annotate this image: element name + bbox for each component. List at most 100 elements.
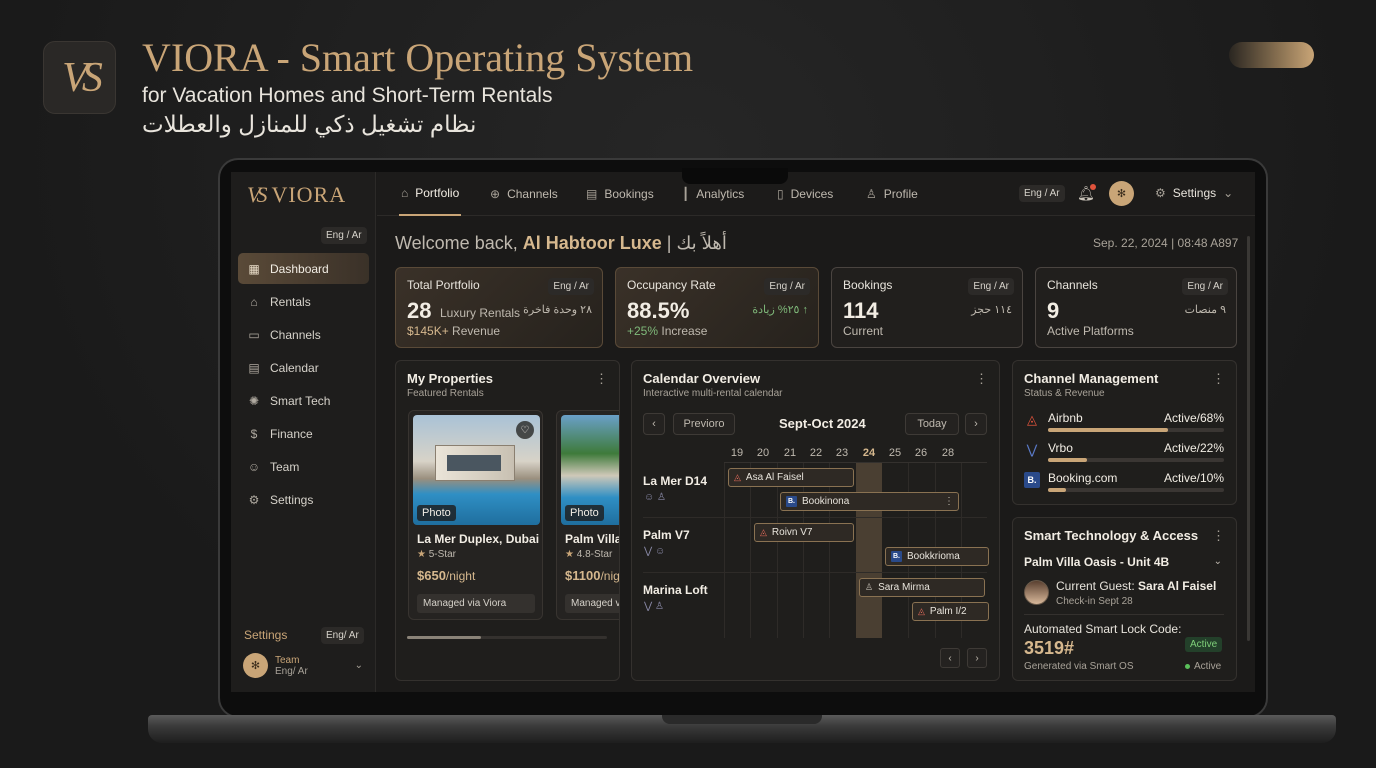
- booking-bar[interactable]: ◬ Asa Al Faisel: [728, 468, 854, 487]
- tab-portfolio[interactable]: ⌂ Portfolio: [399, 172, 462, 216]
- team-lang: Eng/ Ar: [275, 665, 308, 677]
- booking-bar[interactable]: B. Bookkrioma: [885, 547, 989, 566]
- property-name: La Mer Duplex, Dubai: [417, 532, 540, 546]
- more-icon[interactable]: ⋮: [1212, 528, 1225, 544]
- gear-icon: ⚙: [248, 492, 260, 507]
- stat-card-bookings[interactable]: Bookings Eng / Ar 114 ١١٤ حجز Current: [831, 267, 1023, 348]
- tab-channels[interactable]: ⊕ Channels: [490, 172, 558, 216]
- divider: [1024, 614, 1224, 615]
- day-header: 26: [914, 447, 928, 459]
- language-toggle[interactable]: Eng / Ar: [321, 227, 367, 244]
- app-logo: VS: [43, 41, 116, 114]
- footer-language-toggle[interactable]: Eng/ Ar: [321, 627, 364, 644]
- unit-selector[interactable]: Palm Villa Oasis - Unit 4B: [1024, 555, 1169, 569]
- chevron-down-icon[interactable]: ⌄: [1214, 556, 1222, 567]
- horizontal-scrollbar[interactable]: [407, 636, 607, 639]
- sidebar-item-calendar[interactable]: ▤ Calendar: [238, 352, 369, 383]
- photo-badge: Photo: [417, 505, 456, 521]
- sidebar-item-channels[interactable]: ▭ Channels: [238, 319, 369, 350]
- channel-row-vrbo[interactable]: ⋁ Vrbo Active/22%: [1024, 441, 1224, 469]
- stat-card-channels[interactable]: Channels Eng / Ar 9 ٩ منصات Active Platf…: [1035, 267, 1237, 348]
- sidebar-footer-settings[interactable]: Settings: [244, 628, 287, 642]
- rating-text: 4.8-Star: [576, 549, 613, 560]
- brand-name: VIORA: [271, 182, 347, 207]
- channel-row-booking[interactable]: B. Booking.com Active/10%: [1024, 471, 1224, 499]
- users-icon: ☺: [247, 459, 261, 474]
- more-icon[interactable]: ⋮: [1212, 371, 1225, 387]
- stat-card-occupancy[interactable]: Occupancy Rate Eng / Ar 88.5% ↑ ٢٥% زياد…: [615, 267, 819, 348]
- stat-value: 28: [407, 298, 432, 323]
- current-guest: Current Guest: Sara Al Faisel: [1056, 579, 1216, 593]
- channel-name: Airbnb: [1048, 411, 1083, 425]
- booking-bar[interactable]: B. Bookinona ⋮: [780, 492, 959, 511]
- stat-language-chip[interactable]: Eng / Ar: [764, 278, 810, 295]
- managed-badge: Managed via Viora: [417, 594, 535, 613]
- vertical-scrollbar[interactable]: [1247, 236, 1250, 641]
- previous-button[interactable]: Previoro: [673, 413, 735, 435]
- room-name: Marina Loft: [643, 583, 708, 597]
- booking-bar[interactable]: ♙ Sara Mirma: [859, 578, 985, 597]
- gear-icon: ⚙: [1155, 186, 1166, 200]
- property-card[interactable]: Photo Palm Villa ★ 4.8-Star $1100/night …: [556, 410, 620, 620]
- property-price: $1100/night: [565, 568, 619, 583]
- airbnb-icon: ◬: [734, 472, 741, 482]
- booking-bar[interactable]: ◬ Roivn V7: [754, 523, 854, 542]
- today-button[interactable]: Today: [905, 413, 959, 435]
- sidebar-item-rentals[interactable]: ⌂ Rentals: [238, 286, 369, 317]
- drag-handle-icon[interactable]: ⋮: [944, 496, 954, 507]
- panel-title: Calendar Overview: [643, 371, 761, 386]
- stat-language-chip[interactable]: Eng / Ar: [1182, 278, 1228, 295]
- chevron-left-icon[interactable]: ‹: [940, 648, 960, 668]
- booking-label: Bookkrioma: [907, 551, 960, 562]
- day-header: 22: [809, 447, 823, 459]
- scrollbar-thumb[interactable]: [407, 636, 481, 639]
- stat-footer-text: Revenue: [448, 324, 501, 338]
- row-separator: [643, 517, 987, 518]
- booking-label: Bookinona: [802, 496, 850, 507]
- channel-name: Booking.com: [1048, 471, 1118, 485]
- settings-dropdown[interactable]: ⚙ Settings ⌄: [1155, 186, 1233, 200]
- stat-language-chip[interactable]: Eng / Ar: [968, 278, 1014, 295]
- stat-card-total-portfolio[interactable]: Total Portfolio Eng / Ar 28 Luxury Renta…: [395, 267, 603, 348]
- tab-label: Analytics: [696, 187, 745, 201]
- brand[interactable]: VS VIORA: [247, 182, 346, 208]
- team-name: Team: [275, 654, 300, 666]
- channel-management-panel: Channel Management Status & Revenue ⋮ ◬ …: [1012, 360, 1237, 505]
- day-header: 21: [783, 447, 797, 459]
- calendar-month: Sept-Oct 2024: [779, 416, 866, 431]
- stat-arabic: ↑ ٢٥% زيادة: [752, 304, 808, 316]
- sidebar-item-settings[interactable]: ⚙ Settings: [238, 484, 369, 515]
- user-avatar[interactable]: ✻: [1109, 181, 1134, 206]
- stat-language-chip[interactable]: Eng / Ar: [548, 278, 594, 295]
- channel-row-airbnb[interactable]: ◬ Airbnb Active/68%: [1024, 411, 1224, 439]
- camera-notch: [682, 168, 788, 184]
- more-icon[interactable]: ⋮: [595, 371, 608, 387]
- sidebar-item-smart-tech[interactable]: ✺ Smart Tech: [238, 385, 369, 416]
- lock-code-value[interactable]: 3519#: [1024, 638, 1074, 659]
- chevron-down-icon: ⌄: [354, 660, 363, 671]
- calendar-icon: ▤: [586, 187, 598, 201]
- stat-value: 88.5%: [627, 298, 690, 323]
- tab-profile[interactable]: ♙ Profile: [866, 172, 918, 216]
- tab-label: Devices: [790, 187, 834, 201]
- sidebar-item-label: Team: [270, 459, 300, 474]
- chevron-right-icon[interactable]: ›: [967, 648, 987, 668]
- property-card[interactable]: Photo ♡ La Mer Duplex, Dubai ★ 5-Star $6…: [408, 410, 543, 620]
- price-value: $1100: [565, 568, 601, 583]
- sidebar-item-dashboard[interactable]: ▦ Dashboard: [238, 253, 369, 284]
- booking-bar[interactable]: ◬ Palm I/2: [912, 602, 989, 621]
- property-name: Palm Villa: [565, 532, 620, 546]
- heart-icon[interactable]: ♡: [516, 421, 534, 439]
- top-language-toggle[interactable]: Eng / Ar: [1019, 185, 1065, 202]
- decorative-pill: [1229, 42, 1314, 68]
- chevron-left-icon[interactable]: ‹: [643, 413, 665, 435]
- user-icon: ♙: [866, 187, 877, 201]
- team-switcher[interactable]: ✻ Team Eng/ Ar ⌄: [243, 653, 363, 678]
- tab-label: Channels: [507, 187, 558, 201]
- sidebar-item-label: Smart Tech: [270, 393, 331, 408]
- sidebar-item-team[interactable]: ☺ Team: [238, 451, 369, 482]
- sidebar-item-finance[interactable]: $ Finance: [238, 418, 369, 449]
- more-icon[interactable]: ⋮: [975, 371, 988, 387]
- chevron-right-icon[interactable]: ›: [965, 413, 987, 435]
- tab-bookings[interactable]: ▤ Bookings: [586, 172, 654, 216]
